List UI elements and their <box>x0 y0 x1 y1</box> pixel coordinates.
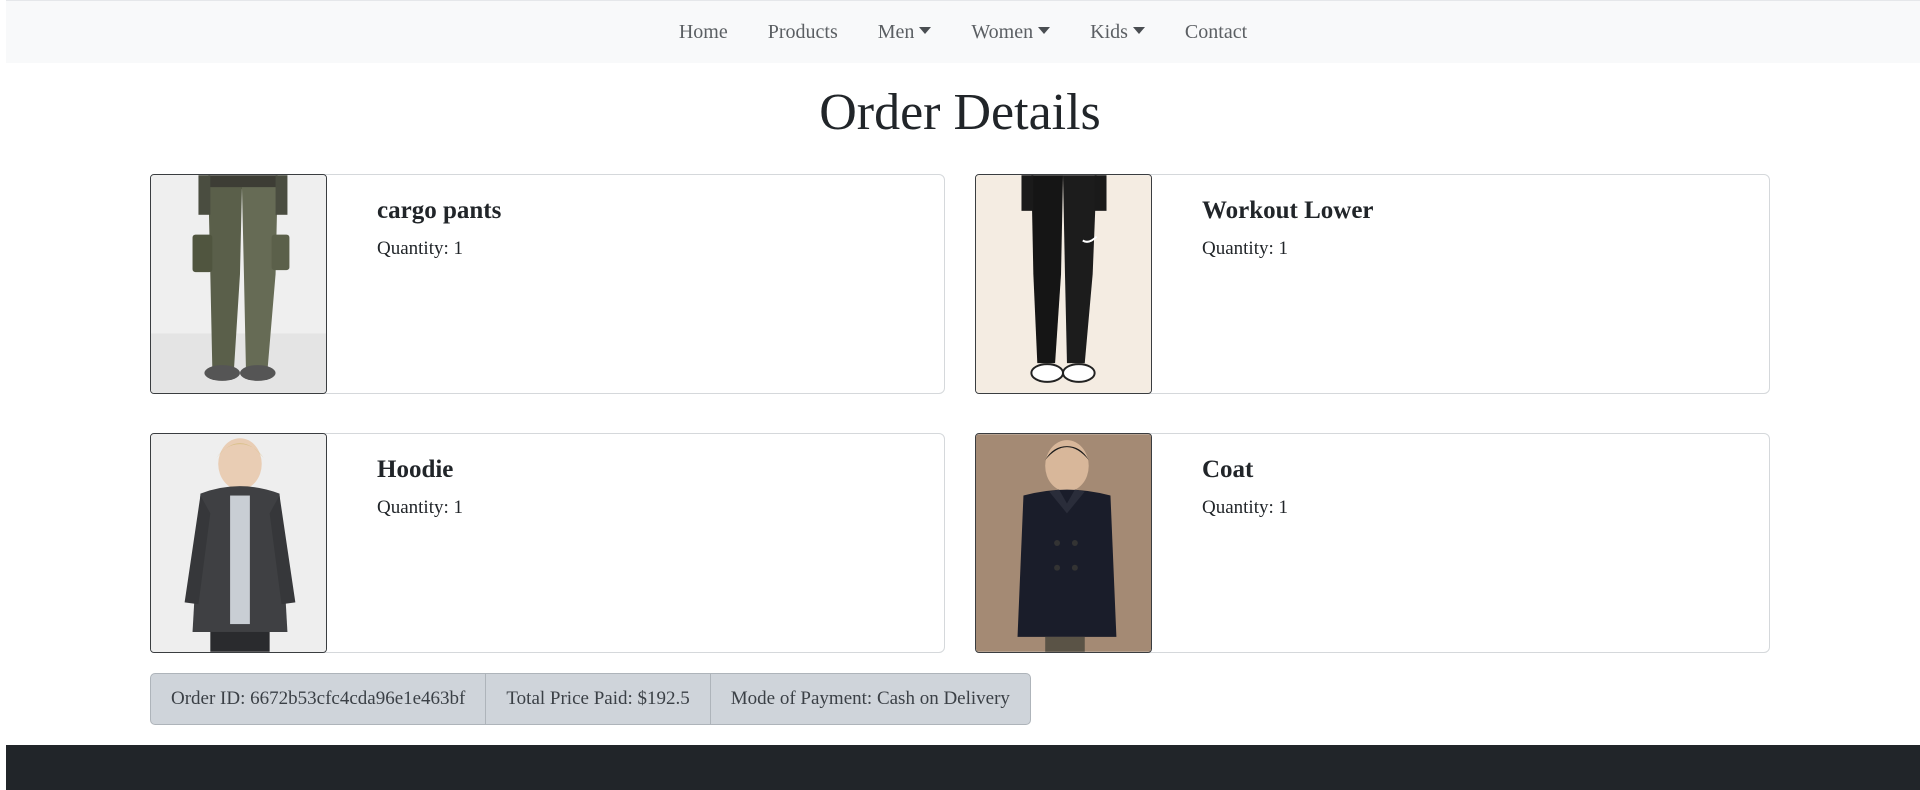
card-body: cargo pants Quantity: 1 <box>327 175 501 393</box>
product-name: cargo pants <box>377 197 502 224</box>
card-body: Coat Quantity: 1 <box>1152 434 1288 652</box>
nav-item-label: Contact <box>1184 20 1248 43</box>
product-image <box>150 174 327 394</box>
nav-item-women[interactable]: Women <box>951 21 1070 44</box>
coat-image <box>976 434 1151 652</box>
order-item-card: Hoodie Quantity: 1 <box>150 433 945 653</box>
order-item-card: Workout Lower Quantity: 1 <box>975 174 1770 394</box>
card-body: Workout Lower Quantity: 1 <box>1152 175 1374 393</box>
nav-item-products[interactable]: Products <box>748 21 858 44</box>
order-item-card: cargo pants Quantity: 1 <box>150 174 945 394</box>
product-quantity: Quantity: 1 <box>377 238 464 259</box>
nav-item-label: Home <box>678 20 728 43</box>
product-name: Hoodie <box>377 456 454 483</box>
page-title: Order Details <box>819 84 1101 141</box>
cargo-pants-image <box>151 175 326 393</box>
nav-item-kids[interactable]: Kids <box>1070 21 1165 44</box>
payment-mode: Mode of Payment: Cash on Delivery <box>730 688 1010 709</box>
workout-lower-image <box>976 175 1151 393</box>
order-item-card: Coat Quantity: 1 <box>975 433 1770 653</box>
nav-item-men[interactable]: Men <box>858 21 952 44</box>
nav-list: Home Products Men Women Kids Contact <box>659 21 1267 44</box>
hoodie-image <box>151 434 326 652</box>
order-id: Order ID: 6672b53cfc4cda96e1e463bf <box>151 674 487 724</box>
caret-down-icon <box>1038 26 1051 34</box>
nav-item-label: Men <box>877 20 915 43</box>
product-name: Coat <box>1202 456 1254 483</box>
top-navbar: Home Products Men Women Kids Contact <box>6 0 1920 63</box>
total-price: Total Price Paid: $192.5 <box>486 674 711 724</box>
card-body: Hoodie Quantity: 1 <box>327 434 463 652</box>
product-quantity: Quantity: 1 <box>1202 497 1289 518</box>
product-quantity: Quantity: 1 <box>377 497 464 518</box>
caret-down-icon <box>1132 26 1145 34</box>
order-summary-bar: Order ID: 6672b53cfc4cda96e1e463bf Total… <box>150 673 1031 725</box>
nav-item-label: Women <box>971 20 1034 43</box>
nav-item-home[interactable]: Home <box>659 21 748 44</box>
nav-item-label: Kids <box>1090 20 1128 43</box>
nav-item-label: Products <box>767 20 838 43</box>
caret-down-icon <box>919 26 932 34</box>
product-name: Workout Lower <box>1202 197 1374 224</box>
product-image <box>975 433 1152 653</box>
product-quantity: Quantity: 1 <box>1202 238 1289 259</box>
page: Home Products Men Women Kids Contact Ord… <box>0 0 1920 790</box>
product-image <box>975 174 1152 394</box>
product-image <box>150 433 327 653</box>
nav-item-contact[interactable]: Contact <box>1165 21 1267 44</box>
footer <box>6 745 1920 790</box>
